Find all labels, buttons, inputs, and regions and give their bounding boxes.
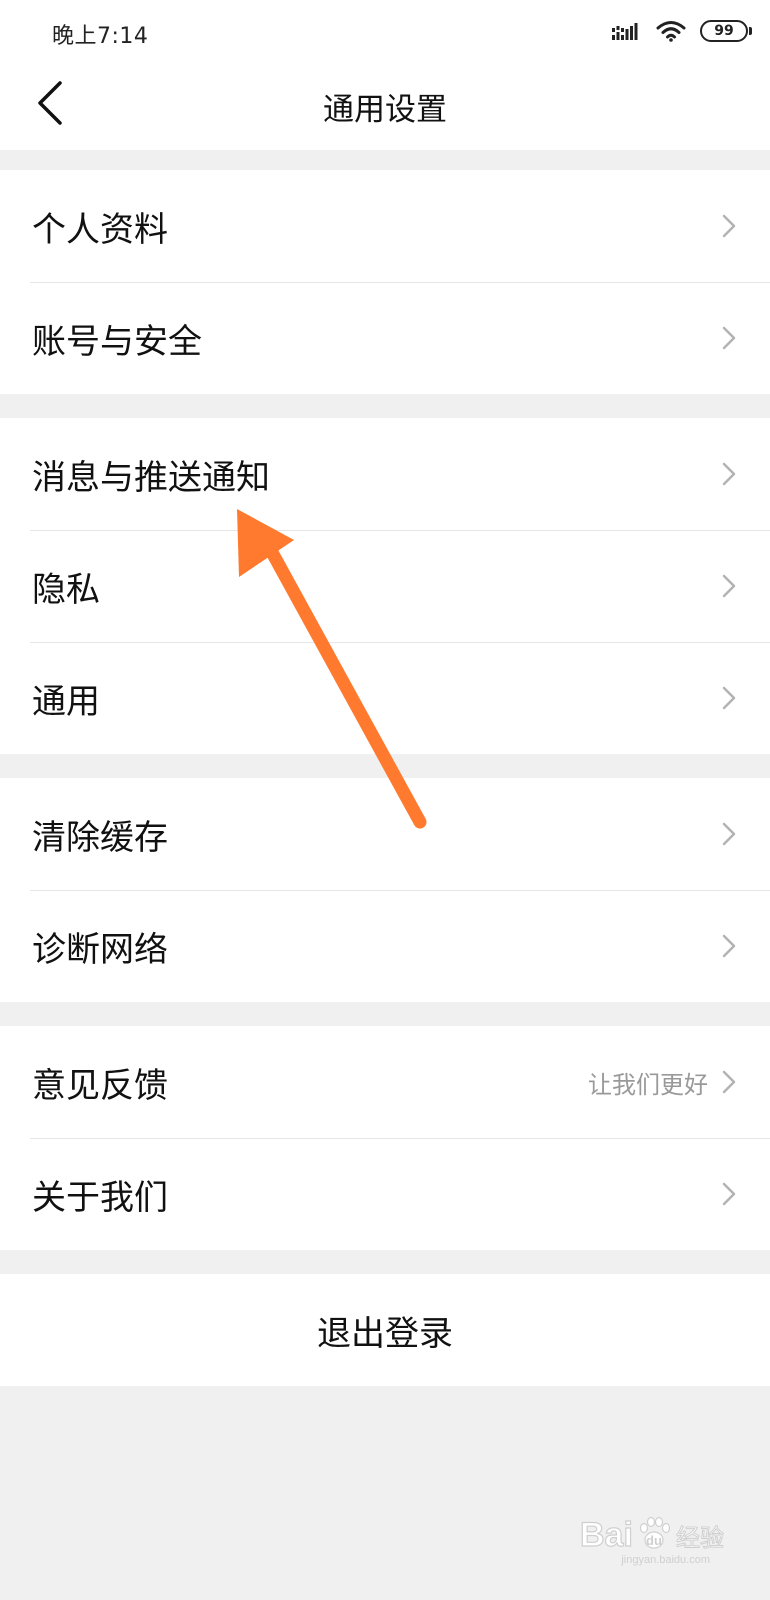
row-label: 隐私 xyxy=(32,569,100,610)
row-label: 诊断网络 xyxy=(32,929,168,970)
chevron-right-icon xyxy=(722,213,738,239)
row-general[interactable]: 通用 xyxy=(0,642,770,754)
row-feedback[interactable]: 意见反馈 让我们更好 xyxy=(0,1026,770,1138)
chevron-right-icon xyxy=(722,933,738,959)
settings-group-maintenance: 清除缓存 诊断网络 xyxy=(0,778,770,1002)
top-bar: 晚上7:14 99 通用设置 xyxy=(0,0,770,150)
chevron-right-icon xyxy=(722,685,738,711)
row-label: 关于我们 xyxy=(32,1177,168,1218)
svg-text:Bai: Bai xyxy=(580,1516,633,1554)
row-label: 个人资料 xyxy=(32,209,168,250)
battery-icon: 99 xyxy=(700,20,752,42)
chevron-right-icon xyxy=(722,573,738,599)
row-label: 意见反馈 xyxy=(32,1065,168,1106)
signal-icon xyxy=(612,23,638,40)
row-label: 清除缓存 xyxy=(32,817,168,858)
row-notifications[interactable]: 消息与推送通知 xyxy=(0,418,770,530)
chevron-right-icon xyxy=(722,821,738,847)
chevron-right-icon xyxy=(722,325,738,351)
row-label: 消息与推送通知 xyxy=(32,457,270,498)
svg-text:经验: 经验 xyxy=(676,1524,724,1552)
row-network-diagnosis[interactable]: 诊断网络 xyxy=(0,890,770,1002)
row-profile[interactable]: 个人资料 xyxy=(0,170,770,282)
row-hint: 让我们更好 xyxy=(588,1070,708,1099)
settings-screen: 晚上7:14 99 通用设置 个人资料 账号与安全 消息与推送通知 隐私 通用 … xyxy=(0,0,770,1600)
row-about-us[interactable]: 关于我们 xyxy=(0,1138,770,1250)
watermark: Bai du 经验 jingyan.baidu.com xyxy=(580,1510,730,1566)
baidu-logo-icon: Bai du 经验 xyxy=(580,1515,725,1554)
battery-level: 99 xyxy=(714,23,734,39)
row-clear-cache[interactable]: 清除缓存 xyxy=(0,778,770,890)
page-title: 通用设置 xyxy=(323,92,447,128)
row-label: 通用 xyxy=(32,681,100,722)
watermark-url: jingyan.baidu.com xyxy=(621,1554,710,1566)
logout-label: 退出登录 xyxy=(317,1313,453,1354)
settings-group-about: 意见反馈 让我们更好 关于我们 xyxy=(0,1026,770,1250)
wifi-icon xyxy=(656,21,686,42)
status-icons: 99 xyxy=(612,16,752,46)
logout-group: 退出登录 xyxy=(0,1274,770,1386)
status-time: 晚上7:14 xyxy=(52,24,149,49)
chevron-right-icon xyxy=(722,1181,738,1207)
row-label: 账号与安全 xyxy=(32,321,202,362)
row-account-security[interactable]: 账号与安全 xyxy=(0,282,770,394)
row-privacy[interactable]: 隐私 xyxy=(0,530,770,642)
chevron-right-icon xyxy=(722,1069,738,1095)
chevron-right-icon xyxy=(722,461,738,487)
settings-group-profile: 个人资料 账号与安全 xyxy=(0,170,770,394)
settings-group-notifications: 消息与推送通知 隐私 通用 xyxy=(0,418,770,754)
logout-button[interactable]: 退出登录 xyxy=(0,1274,770,1386)
svg-text:du: du xyxy=(646,1533,662,1548)
